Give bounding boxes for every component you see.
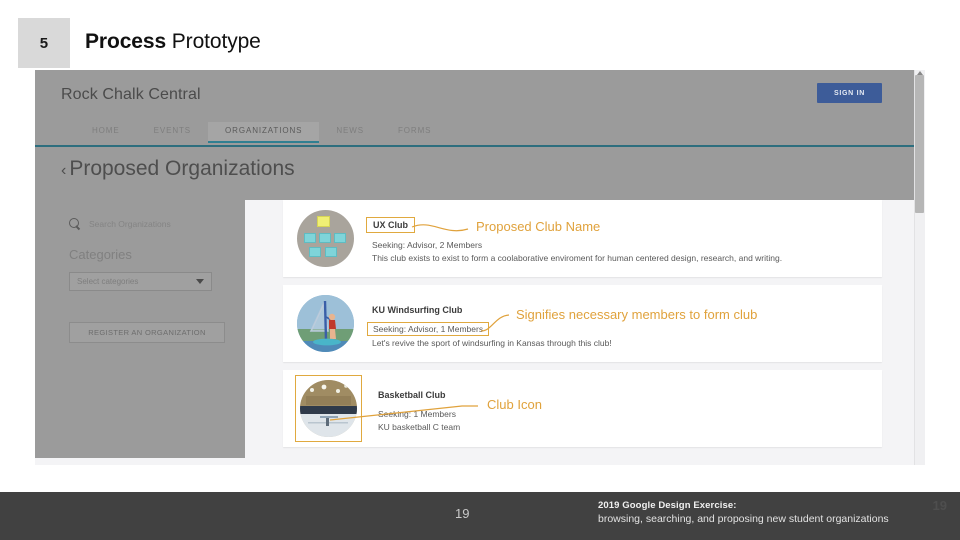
prototype-screenshot: Rock Chalk Central SIGN IN HOME EVENTS O…: [35, 70, 925, 465]
nav-item-events[interactable]: EVENTS: [137, 122, 208, 143]
card-seeking: Seeking: Advisor, 1 Members: [367, 322, 489, 336]
search-organizations-field[interactable]: Search Organizations: [69, 218, 171, 229]
windsurfer-svg: [297, 295, 354, 352]
club-icon-wrapper: [295, 208, 356, 269]
card-text: UX Club Seeking: Advisor, 2 Members This…: [372, 215, 882, 263]
back-chevron-icon[interactable]: ‹: [61, 162, 66, 179]
club-icon-wrapper: [295, 293, 356, 354]
card-description: This club exists to exist to form a cool…: [372, 253, 882, 263]
proposed-organizations-heading: ‹Proposed Organizations: [61, 157, 295, 181]
card-seeking: Seeking: Advisor, 2 Members: [372, 240, 482, 250]
slide-title-light: Prototype: [166, 30, 261, 53]
footer-watermark: 19: [933, 498, 947, 513]
card-description: Let's revive the sport of windsurfing in…: [372, 338, 882, 348]
card-text: KU Windsurfing Club Seeking: Advisor, 1 …: [372, 300, 882, 348]
nav-item-news[interactable]: NEWS: [319, 122, 381, 143]
search-icon: [69, 218, 80, 229]
sign-in-button[interactable]: SIGN IN: [817, 83, 882, 103]
page-title-band: ‹Proposed Organizations: [35, 147, 920, 200]
page-title: Process Prototype: [85, 30, 261, 54]
nav-item-organizations[interactable]: ORGANIZATIONS: [208, 122, 319, 143]
scrollbar-thumb[interactable]: [915, 75, 924, 213]
search-input-placeholder: Search Organizations: [89, 219, 171, 229]
club-icon-wrapper: [295, 375, 362, 442]
list-item[interactable]: UX Club Seeking: Advisor, 2 Members This…: [283, 200, 882, 277]
categories-select-value: Select categories: [77, 277, 196, 286]
organization-card-list: UX Club Seeking: Advisor, 2 Members This…: [245, 200, 920, 458]
slide-number: 5: [40, 35, 49, 52]
basketball-arena-icon: [300, 380, 357, 437]
slide-footer: 19 19 2019 Google Design Exercise: brows…: [0, 492, 960, 540]
list-item[interactable]: Basketball Club Seeking: 1 Members KU ba…: [283, 370, 882, 447]
card-title[interactable]: Basketball Club: [378, 390, 446, 400]
footer-subtitle: browsing, searching, and proposing new s…: [598, 513, 889, 525]
page-heading-text: Proposed Organizations: [69, 157, 294, 180]
slide-title-bold: Process: [85, 30, 166, 53]
slide-number-badge: 5: [18, 18, 70, 68]
card-description: KU basketball C team: [378, 422, 882, 432]
chevron-down-icon: [196, 279, 204, 284]
nav-item-forms[interactable]: FORMS: [381, 122, 448, 143]
filter-sidebar: Search Organizations Categories Select c…: [35, 200, 245, 458]
card-seeking: Seeking: 1 Members: [378, 409, 456, 419]
card-text: Basketball Club Seeking: 1 Members KU ba…: [378, 385, 882, 432]
footer-page-number: 19: [455, 506, 469, 521]
card-title[interactable]: UX Club: [366, 217, 415, 233]
nav-item-home[interactable]: HOME: [75, 122, 137, 143]
list-item[interactable]: KU Windsurfing Club Seeking: Advisor, 1 …: [283, 285, 882, 362]
basketball-arena-svg: [300, 380, 357, 437]
footer-title: 2019 Google Design Exercise:: [598, 500, 737, 511]
site-header: Rock Chalk Central SIGN IN HOME EVENTS O…: [35, 70, 920, 147]
categories-label: Categories: [69, 247, 132, 262]
page-body: ‹Proposed Organizations Search Organizat…: [35, 147, 920, 465]
site-nav: HOME EVENTS ORGANIZATIONS NEWS FORMS: [75, 122, 448, 143]
windsurfer-icon: [297, 295, 354, 352]
register-organization-button[interactable]: REGISTER AN ORGANIZATION: [69, 322, 225, 343]
site-brand: Rock Chalk Central: [61, 86, 201, 104]
sticky-notes-icon: [297, 210, 354, 267]
card-title[interactable]: KU Windsurfing Club: [372, 305, 462, 315]
scrollbar-track[interactable]: [914, 70, 925, 465]
categories-select[interactable]: Select categories: [69, 272, 212, 291]
